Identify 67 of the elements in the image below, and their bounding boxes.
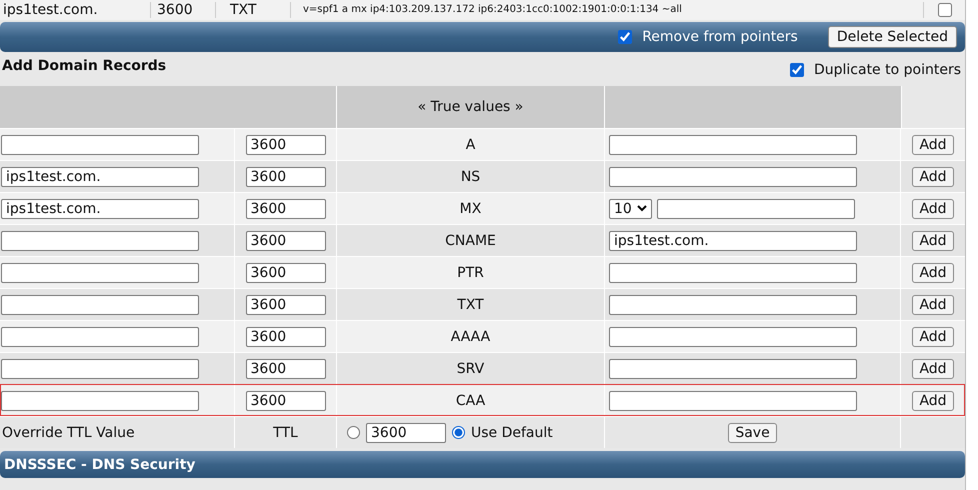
record-type: PTR xyxy=(457,264,484,280)
ttl-input[interactable]: 3600 xyxy=(366,422,446,442)
value-input[interactable]: ips1test.com. xyxy=(609,230,857,250)
value-input[interactable] xyxy=(609,262,857,282)
ttl-input[interactable]: 3600 xyxy=(246,358,326,378)
add-button[interactable]: Add xyxy=(912,390,954,410)
ttl-input[interactable]: 3600 xyxy=(246,326,326,346)
table-cell: v=spf1 a mx ip4:103.209.137.172 ip6:2403:1cc0:1002:1901:0:0:1:134 ~all xyxy=(291,2,924,18)
add-button[interactable]: Add xyxy=(912,198,954,218)
name-input[interactable]: ips1test.com. xyxy=(1,166,199,186)
table-cell: TXT xyxy=(216,2,291,18)
record-type: CAA xyxy=(456,392,486,408)
add-button[interactable]: Add xyxy=(912,230,954,250)
section-title: DNSSSEC - DNS Security xyxy=(4,456,196,472)
ttl-input[interactable]: 3600 xyxy=(246,166,326,186)
add-button[interactable]: Add xyxy=(912,166,954,186)
value-input[interactable] xyxy=(656,198,855,218)
value-input[interactable] xyxy=(609,390,857,410)
name-input[interactable] xyxy=(1,294,199,314)
add-button[interactable]: Add xyxy=(912,134,954,154)
record-type: SRV xyxy=(456,360,484,376)
delete-selected-button[interactable]: Delete Selected xyxy=(828,26,957,48)
radio-label: Use Default xyxy=(471,424,553,440)
add-button[interactable]: Add xyxy=(912,358,954,378)
ttl-input[interactable]: 3600 xyxy=(246,230,326,250)
record-type: A xyxy=(466,136,476,152)
value-input[interactable] xyxy=(609,166,857,186)
override-ttl-label: Override TTL Value xyxy=(2,424,135,440)
record-type: NS xyxy=(460,168,480,184)
checkbox-label: Remove from pointers xyxy=(642,29,798,45)
record-type: AAAA xyxy=(450,328,490,344)
checkbox[interactable] xyxy=(938,3,952,17)
value-input[interactable] xyxy=(609,134,857,154)
ttl-input[interactable]: 3600 xyxy=(246,262,326,282)
value-input[interactable] xyxy=(609,326,857,346)
add-button[interactable]: Add xyxy=(912,262,954,282)
add-button[interactable]: Add xyxy=(912,326,954,346)
checkbox-label: Duplicate to pointers xyxy=(814,62,961,78)
value-input[interactable] xyxy=(609,358,857,378)
ttl-input[interactable]: 3600 xyxy=(246,198,326,218)
priority-select[interactable]: 10 xyxy=(609,198,652,218)
add-button[interactable]: Add xyxy=(912,294,954,314)
ttl-input[interactable]: 3600 xyxy=(246,294,326,314)
table-cell: ips1test.com. xyxy=(0,2,151,18)
record-type: MX xyxy=(460,200,482,216)
record-type: CNAME xyxy=(445,232,496,248)
ttl-input[interactable]: 3600 xyxy=(246,390,326,410)
section-title: Add Domain Records xyxy=(2,58,166,74)
name-input[interactable] xyxy=(1,358,199,378)
header-cell: « True values » xyxy=(337,86,605,128)
save-button[interactable]: Save xyxy=(728,422,777,442)
name-input[interactable] xyxy=(1,230,199,250)
ttl-input[interactable]: 3600 xyxy=(246,134,326,154)
checkbox[interactable] xyxy=(790,63,804,77)
caret-icon xyxy=(636,205,647,212)
name-input[interactable]: ips1test.com. xyxy=(1,198,199,218)
name-input[interactable] xyxy=(1,390,199,410)
name-input[interactable] xyxy=(1,134,199,154)
radio-button[interactable] xyxy=(452,426,465,439)
table-cell: 3600 xyxy=(151,2,216,18)
ttl-label: TTL xyxy=(273,424,298,440)
name-input[interactable] xyxy=(1,262,199,282)
value-input[interactable] xyxy=(609,294,857,314)
checkbox[interactable] xyxy=(618,30,632,44)
radio-button[interactable] xyxy=(347,426,360,439)
record-type: TXT xyxy=(457,296,484,312)
name-input[interactable] xyxy=(1,326,199,346)
